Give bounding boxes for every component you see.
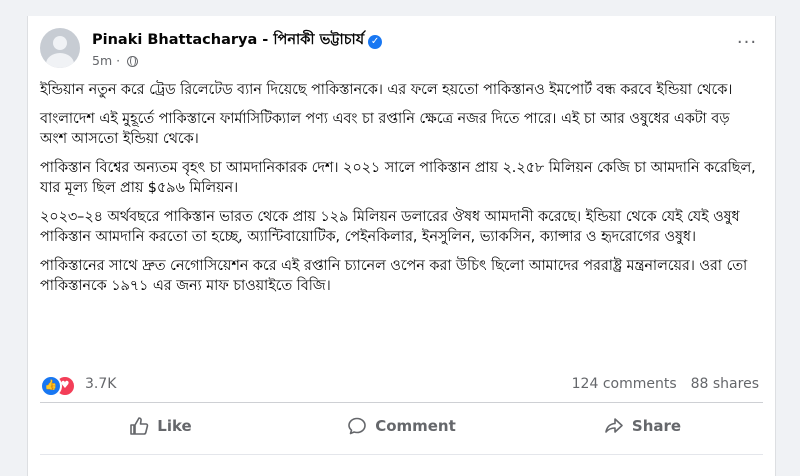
like-button[interactable]: Like (40, 407, 281, 445)
thumbs-up-outline-icon (130, 417, 149, 435)
post-card: Pinaki Bhattacharya - পিনাকী ভট্টাচার্য ✓… (27, 16, 776, 476)
post-paragraph: ইন্ডিয়ান নতুন করে ট্রেড রিলেটেড ব্যান দ… (40, 82, 733, 98)
actions-divider (40, 402, 763, 403)
reaction-count[interactable]: 3.7K (85, 376, 116, 392)
author-avatar[interactable] (40, 28, 80, 68)
comment-label: Comment (375, 417, 456, 435)
share-label: Share (631, 417, 682, 435)
post-time[interactable]: 5m (92, 53, 112, 68)
share-arrow-icon (605, 418, 623, 433)
avatar-head-shape (53, 36, 67, 50)
post-header: Pinaki Bhattacharya - পিনাকী ভট্টাচার্য ✓… (40, 28, 763, 72)
more-options-button[interactable]: ··· (735, 34, 759, 58)
post-text: ইন্ডিয়ান নতুন করে ট্রেড রিলেটেড ব্যান দ… (40, 80, 759, 305)
post-stats: 👍 ♥ 3.7K 124 comments 88 shares (40, 372, 759, 398)
comments-divider (40, 454, 763, 455)
post-paragraph: পাকিস্তান বিশ্বের অন্যতম বৃহৎ চা আমদানিক… (40, 160, 756, 196)
post-paragraph: বাংলাদেশ এই মুহূর্তে পাকিস্তানে ফার্মাসি… (40, 111, 730, 147)
share-button[interactable]: Share (522, 407, 763, 445)
comment-bubble-icon (348, 417, 366, 435)
comments-count[interactable]: 124 comments (572, 376, 677, 392)
comment-button[interactable]: Comment (281, 407, 522, 445)
post-paragraph: পাকিস্তানের সাথে দ্রুত নেগোসিয়েশন করে এ… (40, 258, 748, 294)
engagement-counts: 124 comments 88 shares (572, 376, 759, 392)
post-actions: Like Comment Share (40, 407, 763, 445)
globe-icon (127, 56, 139, 67)
avatar-body-shape (46, 53, 74, 68)
post-meta: 5m · (92, 53, 139, 68)
page-background-top (0, 0, 800, 16)
verified-badge-icon: ✓ (368, 35, 383, 49)
author-name[interactable]: Pinaki Bhattacharya - পিনাকী ভট্টাচার্য (92, 32, 364, 48)
like-label: Like (157, 417, 192, 435)
author-name-line: Pinaki Bhattacharya - পিনাকী ভট্টাচার্য ✓ (92, 29, 383, 53)
post-paragraph: ২০২৩–২৪ অর্থবছরে পাকিস্তান ভারত থেকে প্র… (40, 209, 740, 245)
shares-count[interactable]: 88 shares (691, 376, 759, 392)
thumbs-up-icon: 👍 (40, 375, 62, 397)
